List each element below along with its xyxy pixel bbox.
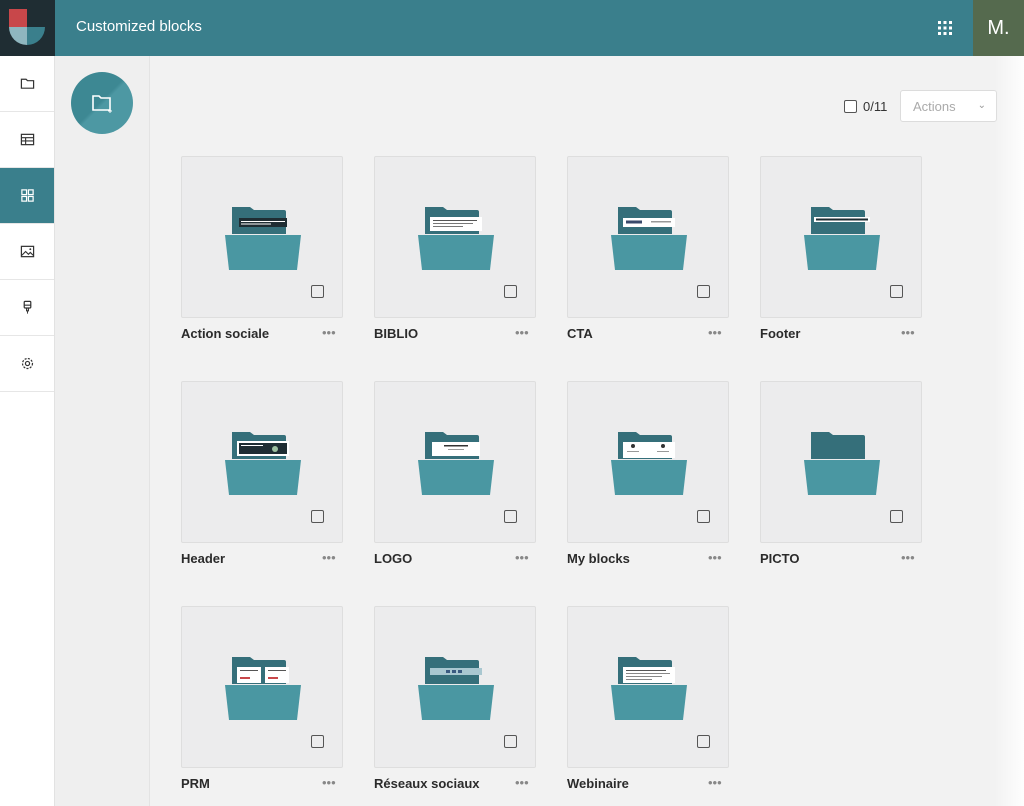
sidebar-item-blocks[interactable]: [0, 168, 54, 224]
more-options-icon[interactable]: •••: [515, 550, 529, 565]
folder-thumbnail[interactable]: [374, 606, 536, 768]
user-avatar[interactable]: M.: [973, 0, 1024, 56]
sidebar-item-folders[interactable]: [0, 56, 54, 112]
folder-icon: [418, 432, 494, 495]
folder-icon: [225, 207, 301, 270]
folder-select-checkbox[interactable]: [890, 510, 903, 523]
folder-select-checkbox[interactable]: [311, 510, 324, 523]
folder-select-checkbox[interactable]: [697, 735, 710, 748]
folder-select-checkbox[interactable]: [697, 510, 710, 523]
folder-select-checkbox[interactable]: [504, 285, 517, 298]
sidebar-item-styles[interactable]: [0, 280, 54, 336]
apps-grid-icon[interactable]: [938, 21, 952, 35]
more-options-icon[interactable]: •••: [901, 325, 915, 340]
folder-icon: [20, 78, 34, 89]
folder-plus-icon: [92, 95, 112, 113]
folder-icon: [611, 207, 687, 270]
more-options-icon[interactable]: •••: [322, 550, 336, 565]
folder-icon: [225, 432, 301, 495]
folder-thumbnail[interactable]: [374, 156, 536, 318]
folder-thumbnail[interactable]: [181, 156, 343, 318]
more-options-icon[interactable]: •••: [901, 550, 915, 565]
folder-select-checkbox[interactable]: [311, 735, 324, 748]
chevron-down-icon: ⌄: [977, 100, 986, 111]
more-options-icon[interactable]: •••: [708, 325, 722, 340]
folder-name[interactable]: PRM: [181, 776, 210, 791]
folder-thumbnail[interactable]: [567, 381, 729, 543]
folder-select-checkbox[interactable]: [504, 735, 517, 748]
folder-tile[interactable]: PICTO •••: [760, 381, 922, 566]
folder-icon: [804, 432, 880, 495]
more-options-icon[interactable]: •••: [322, 325, 336, 340]
folder-name[interactable]: PICTO: [760, 551, 800, 566]
folder-select-checkbox[interactable]: [697, 285, 710, 298]
more-options-icon[interactable]: •••: [322, 775, 336, 790]
folder-icon: [611, 657, 687, 720]
folder-select-checkbox[interactable]: [890, 285, 903, 298]
folder-tile[interactable]: My blocks •••: [567, 381, 729, 566]
folder-tile[interactable]: Footer •••: [760, 156, 922, 341]
new-folder-button[interactable]: [71, 72, 133, 134]
folder-thumbnail[interactable]: [760, 156, 922, 318]
sidebar-item-images[interactable]: [0, 224, 54, 280]
folder-icon: [225, 657, 301, 720]
app-logo[interactable]: [0, 0, 55, 56]
folder-select-checkbox[interactable]: [311, 285, 324, 298]
folder-thumbnail[interactable]: [181, 381, 343, 543]
folder-icon: [611, 432, 687, 495]
folder-panel: [55, 56, 150, 806]
sidebar: [0, 56, 55, 806]
folder-name[interactable]: Header: [181, 551, 225, 566]
folder-icon: [418, 207, 494, 270]
folder-tile[interactable]: Réseaux sociaux •••: [374, 606, 536, 791]
gear-icon: [21, 357, 33, 370]
folder-icon: [804, 207, 880, 270]
folder-tile[interactable]: Header •••: [181, 381, 343, 566]
folder-thumbnail[interactable]: [567, 156, 729, 318]
actions-dropdown[interactable]: Actions ⌄: [900, 90, 997, 122]
folder-name[interactable]: Webinaire: [567, 776, 629, 791]
folder-name[interactable]: CTA: [567, 326, 593, 341]
folder-tile[interactable]: Webinaire •••: [567, 606, 729, 791]
selection-control: 0/11: [844, 99, 887, 114]
table-icon: [20, 133, 34, 146]
selection-count: 0/11: [863, 99, 888, 114]
more-options-icon[interactable]: •••: [515, 775, 529, 790]
folder-thumbnail[interactable]: [181, 606, 343, 768]
folder-thumbnail[interactable]: [567, 606, 729, 768]
sidebar-item-table[interactable]: [0, 112, 54, 168]
folder-name[interactable]: Réseaux sociaux: [374, 776, 480, 791]
folder-tile[interactable]: BIBLIO •••: [374, 156, 536, 341]
page-title: Customized blocks: [76, 18, 202, 35]
sidebar-item-settings[interactable]: [0, 336, 54, 392]
more-options-icon[interactable]: •••: [708, 550, 722, 565]
folder-tile[interactable]: LOGO •••: [374, 381, 536, 566]
folder-name[interactable]: LOGO: [374, 551, 412, 566]
grid-icon: [20, 189, 34, 202]
select-all-checkbox[interactable]: [844, 100, 857, 113]
folder-tile[interactable]: PRM •••: [181, 606, 343, 791]
folder-thumbnail[interactable]: [374, 381, 536, 543]
folder-name[interactable]: My blocks: [567, 551, 630, 566]
edge-shadow: [994, 56, 1024, 806]
top-bar: Customized blocks M.: [0, 0, 1024, 56]
folder-tile[interactable]: Action sociale •••: [181, 156, 343, 341]
more-options-icon[interactable]: •••: [708, 775, 722, 790]
more-options-icon[interactable]: •••: [515, 325, 529, 340]
paint-brush-icon: [23, 300, 31, 314]
folder-thumbnail[interactable]: [760, 381, 922, 543]
folder-name[interactable]: BIBLIO: [374, 326, 418, 341]
actions-label: Actions: [913, 99, 956, 114]
folder-name[interactable]: Footer: [760, 326, 800, 341]
folder-select-checkbox[interactable]: [504, 510, 517, 523]
folder-name[interactable]: Action sociale: [181, 326, 269, 341]
folder-icon: [418, 657, 494, 720]
image-icon: [20, 245, 34, 258]
folder-tile[interactable]: CTA •••: [567, 156, 729, 341]
